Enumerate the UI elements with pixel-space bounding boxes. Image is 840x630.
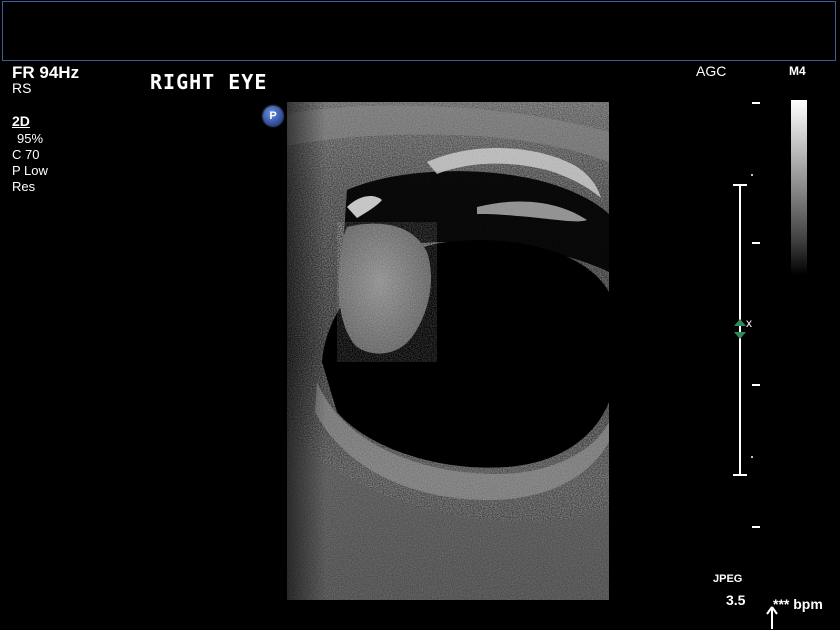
frequency-value: 3.5	[726, 592, 746, 608]
compression-value: C 70	[12, 147, 40, 162]
depth-scale: x	[733, 102, 760, 528]
transducer-label: RS	[12, 80, 32, 96]
focus-marker-up-icon	[734, 319, 746, 326]
map-label: M4	[789, 64, 806, 78]
format-label: JPEG	[713, 573, 743, 585]
agc-label: AGC	[696, 63, 727, 79]
top-info-bar	[2, 1, 836, 61]
mode-label: 2D	[12, 113, 30, 129]
probe-orientation-marker: P	[263, 106, 283, 126]
depth-minor-tick	[751, 456, 753, 458]
resolution-label: Res	[12, 179, 36, 194]
exam-title: RIGHT EYE	[150, 70, 268, 94]
power-value: P Low	[12, 163, 48, 178]
ultrasound-image	[287, 102, 609, 600]
focus-marker-label: x	[746, 316, 752, 330]
focus-marker-down-icon	[734, 332, 746, 339]
grayscale-bar	[791, 100, 807, 275]
ultrasound-screen: FR 94Hz RS 2D 95% C 70 P Low Res RIGHT E…	[0, 0, 840, 630]
mouse-cursor-icon	[766, 606, 778, 629]
depth-minor-tick	[751, 174, 753, 176]
gain-value: 95%	[17, 131, 44, 146]
